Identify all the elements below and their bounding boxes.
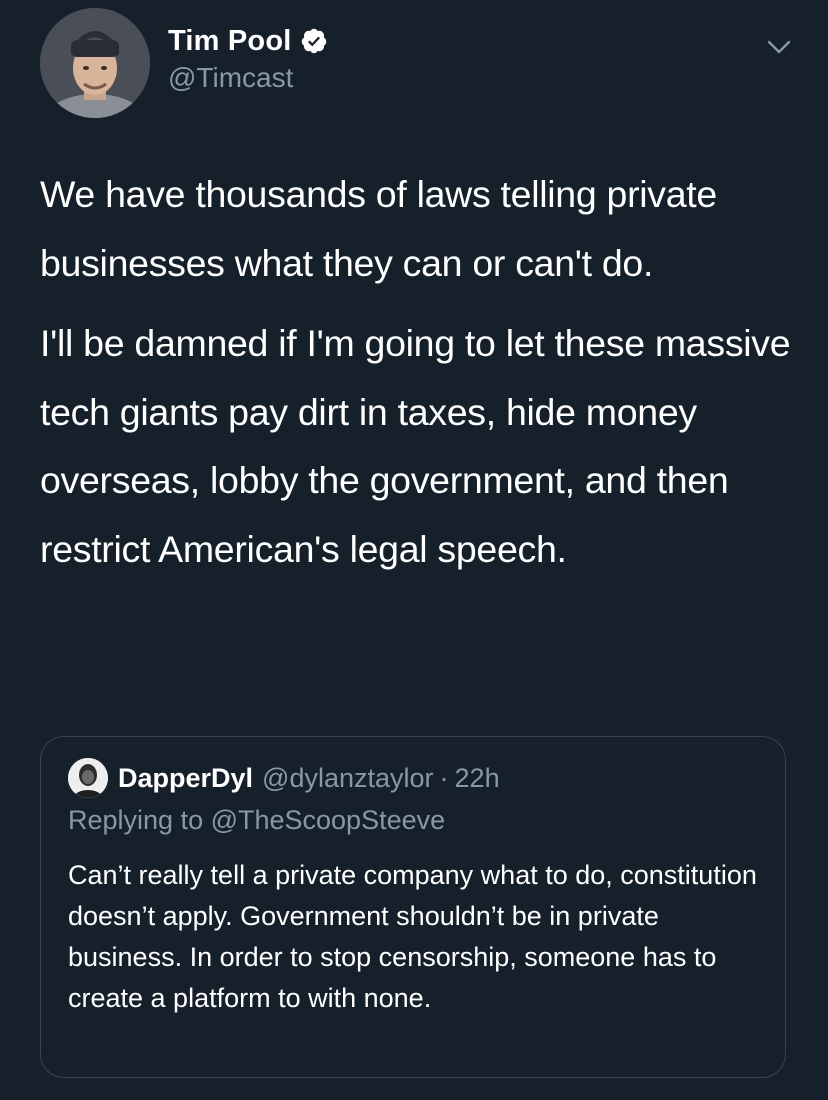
chevron-down-icon[interactable] [766, 34, 792, 60]
meta-separator: · [439, 762, 449, 793]
tweet-text: We have thousands of laws telling privat… [40, 160, 800, 583]
author-name[interactable]: Tim Pool [168, 25, 292, 58]
quoted-replying-to: Replying to @TheScoopSteeve [68, 805, 446, 835]
tweet-paragraph-2: I'll be damned if I'm going to let these… [40, 322, 791, 570]
author-block: Tim Pool @Timcast [168, 22, 328, 94]
quoted-author-handle: @dylanztaylor [262, 762, 434, 793]
author-name-row: Tim Pool [168, 22, 328, 60]
author-handle[interactable]: @Timcast [168, 62, 328, 94]
quoted-tweet-header: DapperDyl @dylanztaylor · 22h [68, 757, 500, 799]
quoted-author-name: DapperDyl [118, 762, 254, 793]
quoted-tweet-text: Can’t really tell a private company what… [68, 860, 757, 1013]
quoted-tweet-card[interactable]: DapperDyl @dylanztaylor · 22h Replying t… [40, 736, 786, 1078]
quoted-timestamp: 22h [454, 762, 500, 793]
avatar[interactable] [40, 8, 150, 118]
tweet-paragraph-1: We have thousands of laws telling privat… [40, 173, 717, 284]
quoted-avatar [68, 758, 108, 798]
verified-badge-icon [300, 27, 328, 55]
